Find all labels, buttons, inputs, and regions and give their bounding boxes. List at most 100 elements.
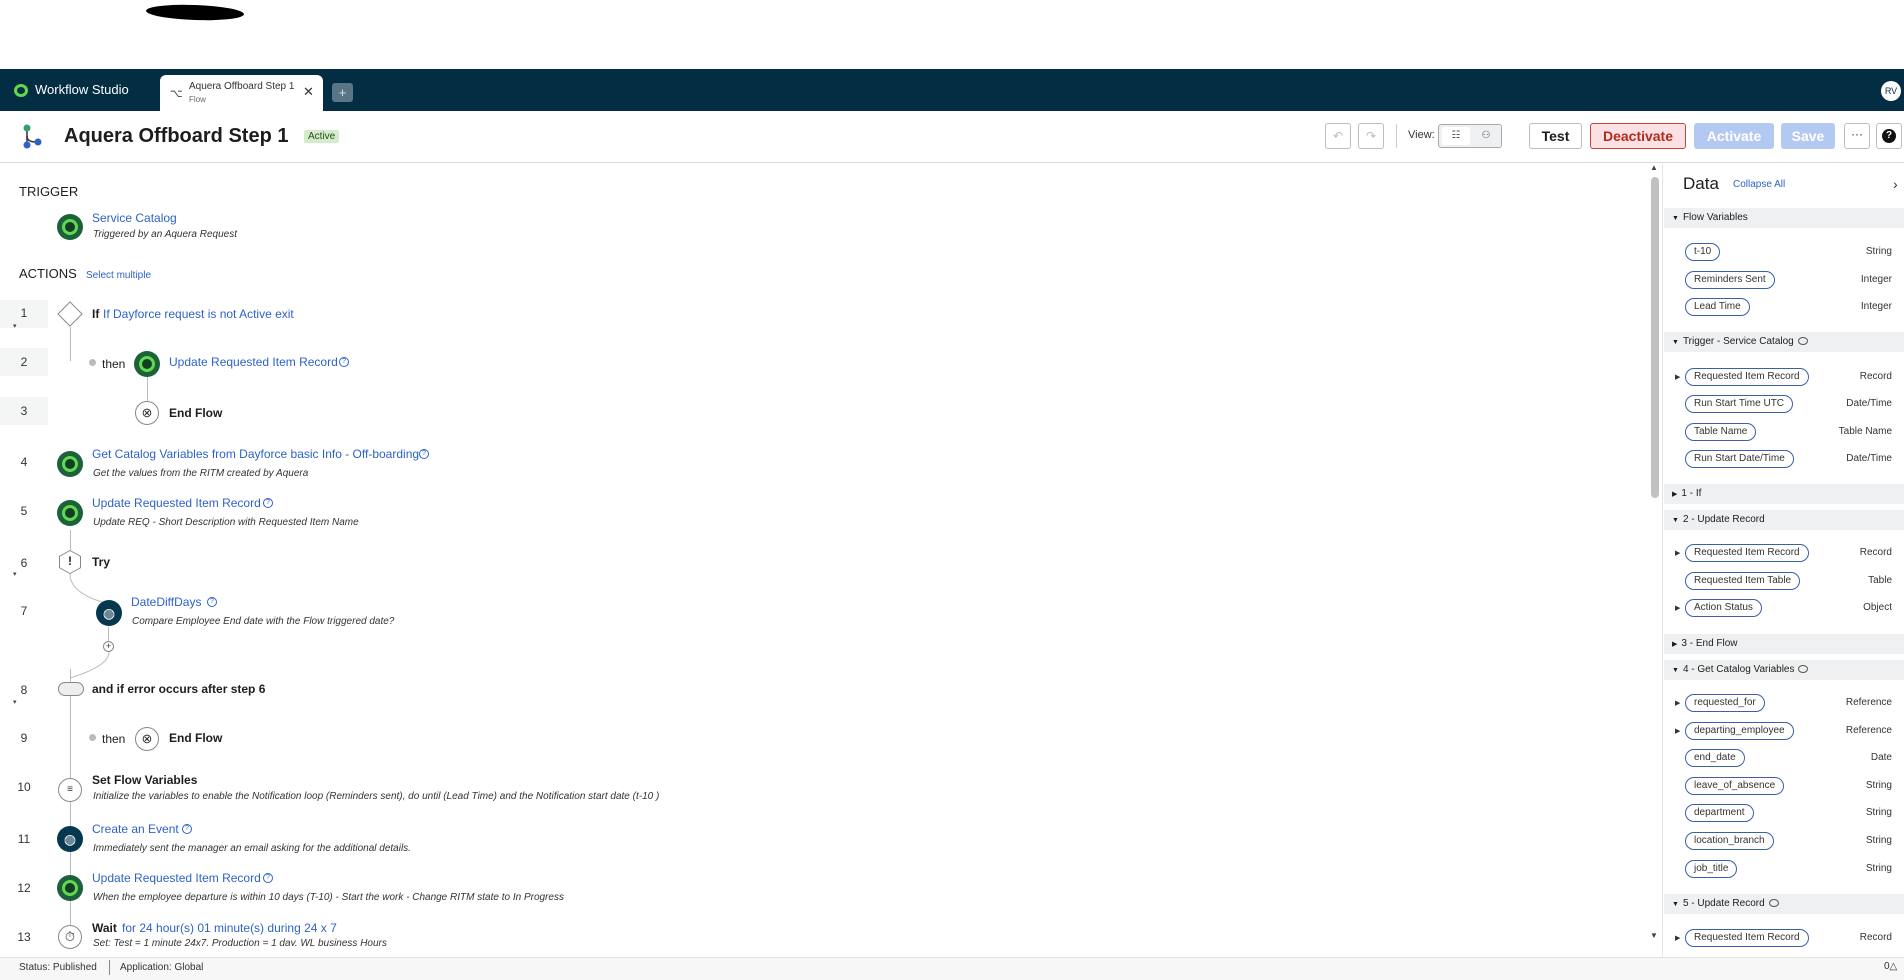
step-desc: Set: Test = 1 minute 24x7, Production = … <box>93 938 387 946</box>
data-pill[interactable]: departing_employee <box>1685 722 1794 740</box>
close-panel-icon[interactable]: › <box>1893 176 1898 192</box>
expand-icon[interactable]: ▶ <box>1675 373 1680 381</box>
data-type: String <box>1865 246 1892 257</box>
info-icon[interactable]: ? <box>182 824 192 834</box>
avatar[interactable]: RV <box>1881 81 1901 101</box>
step-title[interactable]: If Dayforce request is not Active exit <box>103 307 294 321</box>
data-section-flow-variables[interactable]: ▼ Flow Variables <box>1664 208 1904 228</box>
comment-icon <box>1797 337 1808 346</box>
data-section-if[interactable]: ▶ 1 - If <box>1664 484 1904 504</box>
application-text: Application: Global <box>120 962 204 973</box>
tab-close-icon[interactable]: ✕ <box>303 84 314 100</box>
data-pill[interactable]: location_branch <box>1685 832 1774 850</box>
data-pill[interactable]: Requested Item Table <box>1685 572 1801 590</box>
flow-icon <box>23 124 42 149</box>
data-section-update-record-5[interactable]: ▼ 5 - Update Record <box>1664 894 1904 914</box>
set-variables-icon: ≡ <box>58 778 82 802</box>
data-section-trigger[interactable]: ▼ Trigger - Service Catalog <box>1664 332 1904 352</box>
data-pill[interactable]: Requested Item Record <box>1685 929 1809 947</box>
trigger-title[interactable]: Service Catalog <box>92 211 177 225</box>
test-button[interactable]: Test <box>1529 123 1582 149</box>
collapse-icon[interactable]: ▾ <box>13 698 17 706</box>
activate-button[interactable]: Activate <box>1694 123 1774 149</box>
step-title[interactable]: and if error occurs after step 6 <box>92 682 265 696</box>
globe-icon: ◍ <box>96 600 122 626</box>
data-pill[interactable]: Action Status <box>1685 599 1762 617</box>
step-title[interactable]: Set Flow Variables <box>92 773 197 787</box>
scroll-up-arrow-icon[interactable]: ▲ <box>1650 163 1658 172</box>
page-title: Aquera Offboard Step 1 <box>64 125 289 147</box>
info-icon[interactable]: ? <box>263 498 273 508</box>
step-desc: Initialize the variables to enable the N… <box>93 791 660 802</box>
data-pill[interactable]: requested_for <box>1685 694 1765 712</box>
help-icon: ? <box>1882 129 1896 143</box>
step-title[interactable]: Get Catalog Variables from Dayforce basi… <box>92 447 419 461</box>
add-step-icon[interactable]: + <box>103 641 114 652</box>
expand-icon[interactable]: ▶ <box>1675 699 1680 707</box>
data-pill[interactable]: Run Start Date/Time <box>1685 450 1794 468</box>
data-pill[interactable]: Lead Time <box>1685 298 1750 316</box>
collapse-all-link[interactable]: Collapse All <box>1733 179 1785 190</box>
step-title[interactable]: End Flow <box>169 731 222 745</box>
info-icon[interactable]: ? <box>207 597 217 607</box>
data-type: Record <box>1859 547 1892 558</box>
data-type: String <box>1865 807 1892 818</box>
data-pill[interactable]: Requested Item Record <box>1685 368 1809 386</box>
new-tab-button[interactable]: + <box>332 83 353 102</box>
update-record-icon <box>134 351 160 377</box>
data-pill[interactable]: Table Name <box>1685 423 1757 441</box>
data-pill[interactable]: job_title <box>1685 860 1738 878</box>
data-section-end-flow[interactable]: ▶ 3 - End Flow <box>1664 634 1904 654</box>
scrollbar-thumb[interactable] <box>1651 177 1659 498</box>
step-number: 1 <box>20 306 28 320</box>
scroll-down-arrow-icon[interactable]: ▼ <box>1650 931 1658 940</box>
data-pill[interactable]: leave_of_absence <box>1685 777 1785 795</box>
data-type: Integer <box>1860 301 1892 312</box>
info-icon[interactable]: ? <box>263 873 273 883</box>
data-section-catalog-variables[interactable]: ▼ 4 - Get Catalog Variables <box>1664 660 1904 680</box>
expand-icon[interactable]: ▶ <box>1675 727 1680 735</box>
diagram-view-icon[interactable]: ⚇ <box>1472 127 1500 145</box>
data-pill[interactable]: Run Start Time UTC <box>1685 395 1794 413</box>
data-pill[interactable]: end_date <box>1685 749 1745 767</box>
save-button[interactable]: Save <box>1781 123 1835 149</box>
undo-button[interactable]: ↶ <box>1325 123 1351 149</box>
collapse-icon[interactable]: ▾ <box>13 322 17 330</box>
data-pill[interactable]: t-10 <box>1685 243 1721 261</box>
data-type: Reference <box>1845 725 1892 736</box>
list-view-icon[interactable]: ☷ <box>1442 127 1470 145</box>
step-title[interactable]: Update Requested Item Record <box>92 496 261 510</box>
error-handler-icon <box>58 682 84 696</box>
more-options-button[interactable]: ··· <box>1844 123 1870 149</box>
collapse-icon[interactable]: ▾ <box>13 570 17 578</box>
trigger-section-label: TRIGGER <box>19 184 79 199</box>
info-icon[interactable]: ? <box>339 357 349 367</box>
data-section-update-record[interactable]: ▼ 2 - Update Record <box>1664 510 1904 530</box>
step-title[interactable]: for 24 hour(s) 01 minute(s) during 24 x … <box>122 921 337 935</box>
expand-icon[interactable]: ▶ <box>1675 604 1680 612</box>
data-pill[interactable]: Reminders Sent <box>1685 271 1775 289</box>
redo-button[interactable]: ↷ <box>1358 123 1384 149</box>
info-icon[interactable]: ? <box>419 449 429 459</box>
expand-icon[interactable]: ▶ <box>1675 934 1680 942</box>
data-type: String <box>1865 780 1892 791</box>
data-pill[interactable]: Requested Item Record <box>1685 544 1809 562</box>
try-icon: ! <box>59 550 81 574</box>
step-title[interactable]: End Flow <box>169 406 222 420</box>
step-title[interactable]: Try <box>92 555 110 569</box>
globe-icon: ◍ <box>57 826 83 852</box>
step-title[interactable]: Create an Event <box>92 822 179 836</box>
trigger-desc: Triggered by an Aquera Request <box>93 229 237 240</box>
step-title[interactable]: DateDiffDays <box>131 595 201 609</box>
step-number: 5 <box>20 504 28 518</box>
connector-line <box>108 627 109 641</box>
step-title[interactable]: Update Requested Item Record <box>169 355 338 369</box>
section-label: 1 - If <box>1681 488 1702 499</box>
expand-icon[interactable]: ▶ <box>1675 549 1680 557</box>
select-multiple-link[interactable]: Select multiple <box>86 270 151 281</box>
notification-count[interactable]: 0△ <box>1884 961 1897 972</box>
data-pill[interactable]: department <box>1685 804 1754 822</box>
servicenow-logo-icon <box>14 84 28 97</box>
deactivate-button[interactable]: Deactivate <box>1590 123 1686 149</box>
step-title[interactable]: Update Requested Item Record <box>92 871 261 885</box>
